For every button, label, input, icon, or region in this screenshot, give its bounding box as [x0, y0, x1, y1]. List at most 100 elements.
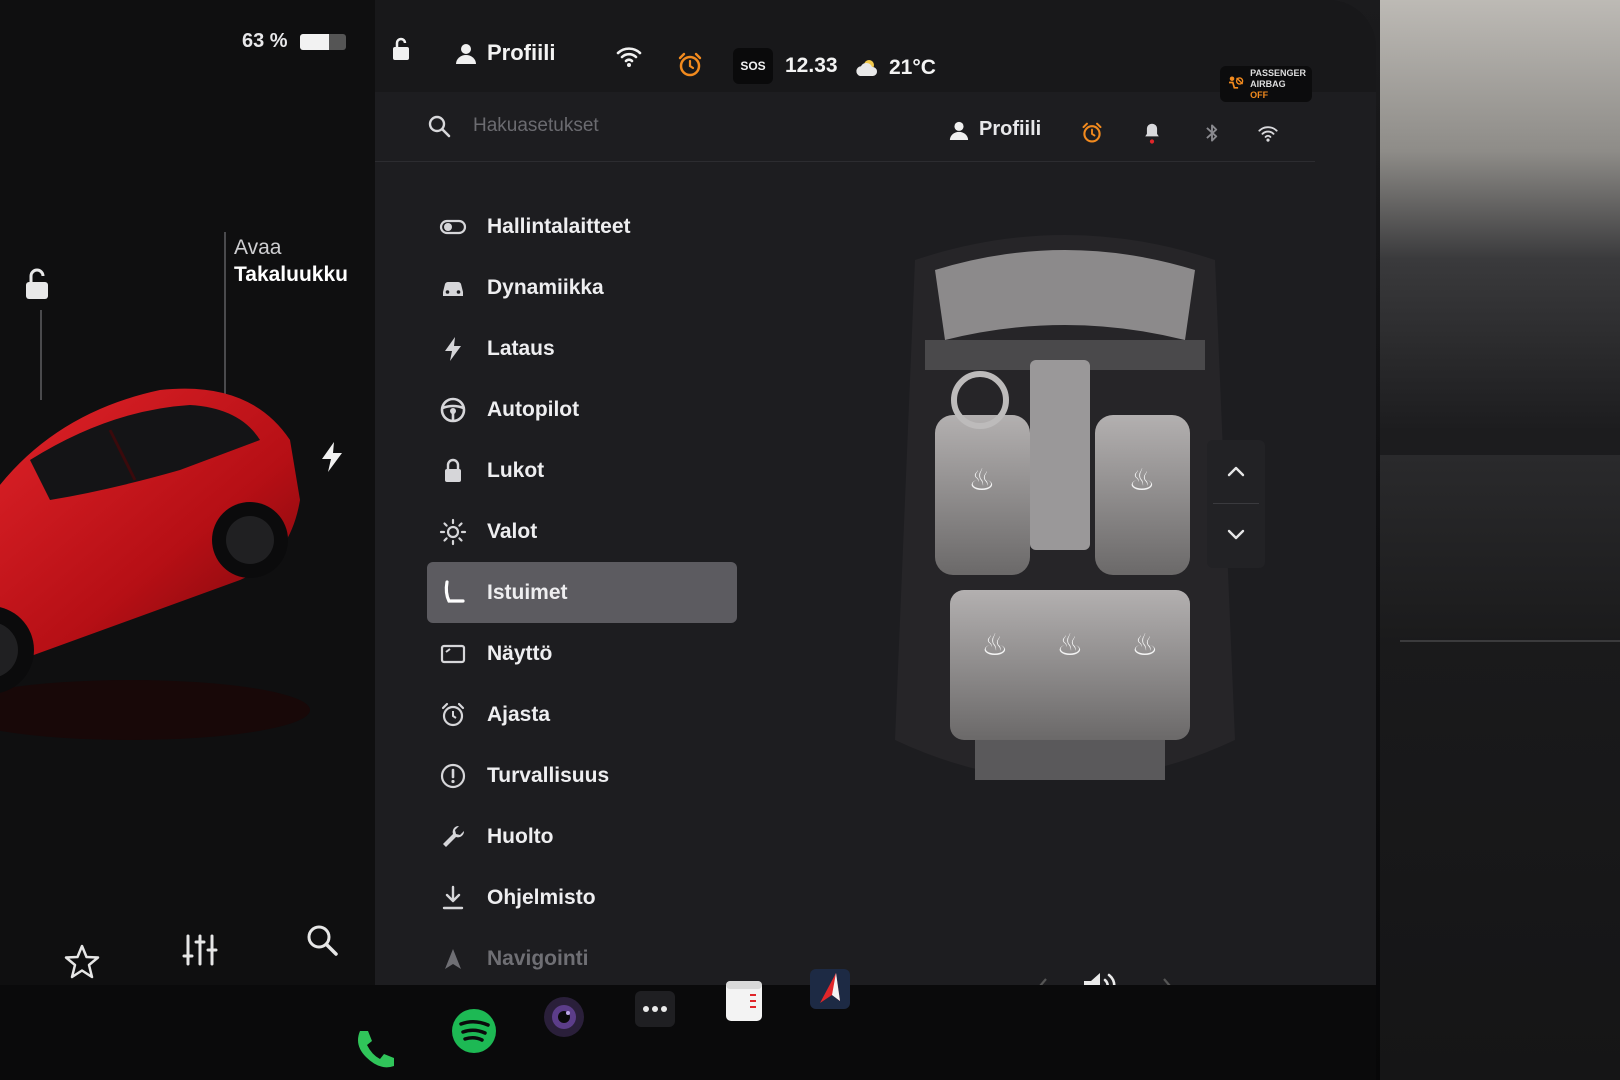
menu-item-label: Ohjelmisto	[487, 885, 596, 909]
front-left-seat[interactable]: ♨	[935, 415, 1030, 575]
menu-item-label: Turvallisuus	[487, 763, 610, 787]
svg-text:♨: ♨	[1132, 628, 1159, 663]
battery-percent: 63 %	[242, 30, 288, 52]
front-right-seat[interactable]: ♨	[1095, 415, 1190, 575]
wifi-icon[interactable]	[615, 44, 643, 68]
menu-item-label: Ajasta	[487, 702, 551, 726]
alarm-icon[interactable]	[677, 52, 703, 78]
calendar-icon[interactable]	[720, 977, 768, 1025]
wifi-icon[interactable]	[1257, 122, 1279, 144]
alarm-icon	[441, 702, 465, 726]
menu-item-dynamiikka[interactable]: Dynamiikka	[427, 257, 737, 318]
profile-label: Profiili	[979, 118, 1042, 140]
menu-item-label: Dynamiikka	[487, 275, 604, 299]
chevron-down-icon[interactable]	[1224, 522, 1248, 546]
profile-button[interactable]: Profiili	[455, 40, 555, 66]
clock: 12.33	[785, 54, 838, 78]
weather: 21°C	[855, 56, 936, 80]
menu-item-turvallisuus[interactable]: Turvallisuus	[427, 745, 737, 806]
trunk-label: Takaluukku	[234, 263, 348, 286]
phone-icon[interactable]	[350, 1025, 398, 1073]
status-bar: Profiili SOS 12.33 21°C PASSENGER AIRBAG…	[375, 0, 1376, 102]
dashboard-seam	[1400, 640, 1620, 642]
time-label: 12.33	[785, 54, 838, 77]
wrench-icon	[443, 825, 465, 847]
menu-item-lataus[interactable]: Lataus	[427, 318, 737, 379]
open-trunk-button[interactable]: Avaa Takaluukku	[234, 234, 348, 288]
settings-header: Profiili	[375, 92, 1315, 162]
unlock-doors-icon[interactable]	[20, 266, 56, 302]
charge-port-icon[interactable]	[320, 442, 344, 472]
app-dock	[0, 969, 1376, 1080]
unlock-icon[interactable]	[389, 36, 415, 62]
download-icon	[442, 885, 464, 909]
profile-button[interactable]: Profiili	[949, 118, 1041, 141]
menu-item-näyttö[interactable]: Näyttö	[427, 623, 737, 684]
svg-text:♨: ♨	[1129, 463, 1156, 498]
menu-item-label: Näyttö	[487, 641, 553, 665]
profile-label: Profiili	[487, 40, 556, 65]
touchscreen: 63 % Avaa Takaluukku Profiili SOS 12.33 …	[0, 0, 1376, 1040]
sos-label: SOS	[740, 59, 766, 73]
toggle-icon	[439, 219, 467, 234]
airbag-line1: PASSENGER	[1250, 67, 1306, 78]
alert-circle-icon	[440, 763, 466, 788]
rear-right-seat[interactable]: ♨	[1132, 628, 1159, 663]
menu-item-lukot[interactable]: Lukot	[427, 440, 737, 501]
notification-bell-icon[interactable]	[1141, 122, 1163, 144]
battery-fill	[299, 33, 329, 50]
more-apps-icon[interactable]	[631, 985, 679, 1033]
battery-icon	[299, 33, 346, 50]
leader-line	[224, 232, 226, 397]
star-icon[interactable]	[62, 942, 102, 982]
sliders-icon[interactable]	[180, 930, 220, 970]
menu-item-label: Lukot	[487, 458, 545, 482]
menu-item-label: Huolto	[487, 824, 554, 848]
menu-item-label: Valot	[487, 519, 538, 543]
menu-item-istuimet[interactable]: Istuimet	[427, 562, 737, 623]
menu-item-huolto[interactable]: Huolto	[427, 806, 737, 867]
svg-text:♨: ♨	[1057, 628, 1084, 663]
bluetooth-icon[interactable]	[1201, 122, 1223, 144]
menu-item-ohjelmisto[interactable]: Ohjelmisto	[427, 867, 737, 928]
menu-item-ajasta[interactable]: Ajasta	[427, 684, 737, 745]
settings-panel: Profiili SOS 12.33 21°C PASSENGER AIRBAG…	[375, 0, 1376, 1040]
chevron-up-icon[interactable]	[1224, 460, 1248, 484]
search-icon	[428, 115, 451, 138]
camera-icon[interactable]	[540, 993, 588, 1041]
cloud-icon	[856, 60, 878, 76]
menu-item-hallintalaitteet[interactable]: Hallintalaitteet	[427, 196, 737, 257]
seat-view-stepper	[1207, 440, 1265, 568]
navigation-app-icon[interactable]	[806, 965, 854, 1013]
menu-item-label: Navigointi	[487, 946, 589, 970]
navigation-icon	[445, 948, 461, 969]
menu-item-label: Lataus	[487, 336, 555, 360]
rear-left-seat[interactable]: ♨	[982, 628, 1009, 663]
temperature-label: 21°C	[889, 56, 936, 79]
menu-item-label: Istuimet	[487, 580, 568, 604]
settings-search-input[interactable]	[473, 110, 833, 142]
menu-item-valot[interactable]: Valot	[427, 501, 737, 562]
sos-button[interactable]: SOS	[733, 48, 773, 84]
settings-menu: Hallintalaitteet Dynamiikka Lataus Autopilo…	[427, 196, 737, 989]
car-icon	[443, 281, 463, 296]
menu-item-navigointi[interactable]: Navigointi	[427, 928, 737, 989]
car-panel: 63 % Avaa Takaluukku	[0, 0, 375, 1040]
svg-text:♨: ♨	[969, 463, 996, 498]
search-icon[interactable]	[302, 920, 342, 960]
battery-status: 63 %	[242, 30, 346, 53]
trunk-action-label: Avaa	[234, 236, 282, 259]
person-icon	[456, 44, 476, 64]
menu-item-label: Hallintalaitteet	[487, 214, 631, 238]
display-icon	[440, 644, 466, 663]
person-icon	[949, 121, 969, 140]
svg-text:♨: ♨	[982, 628, 1009, 663]
rear-center-seat[interactable]: ♨	[1057, 628, 1084, 663]
seat-icon	[444, 579, 465, 603]
bolt-icon	[445, 336, 461, 361]
menu-item-autopilot[interactable]: Autopilot	[427, 379, 737, 440]
steering-wheel-icon	[440, 397, 466, 422]
lock-icon	[445, 458, 461, 482]
spotify-icon[interactable]	[450, 1007, 498, 1055]
alarm-icon[interactable]	[1081, 122, 1103, 144]
